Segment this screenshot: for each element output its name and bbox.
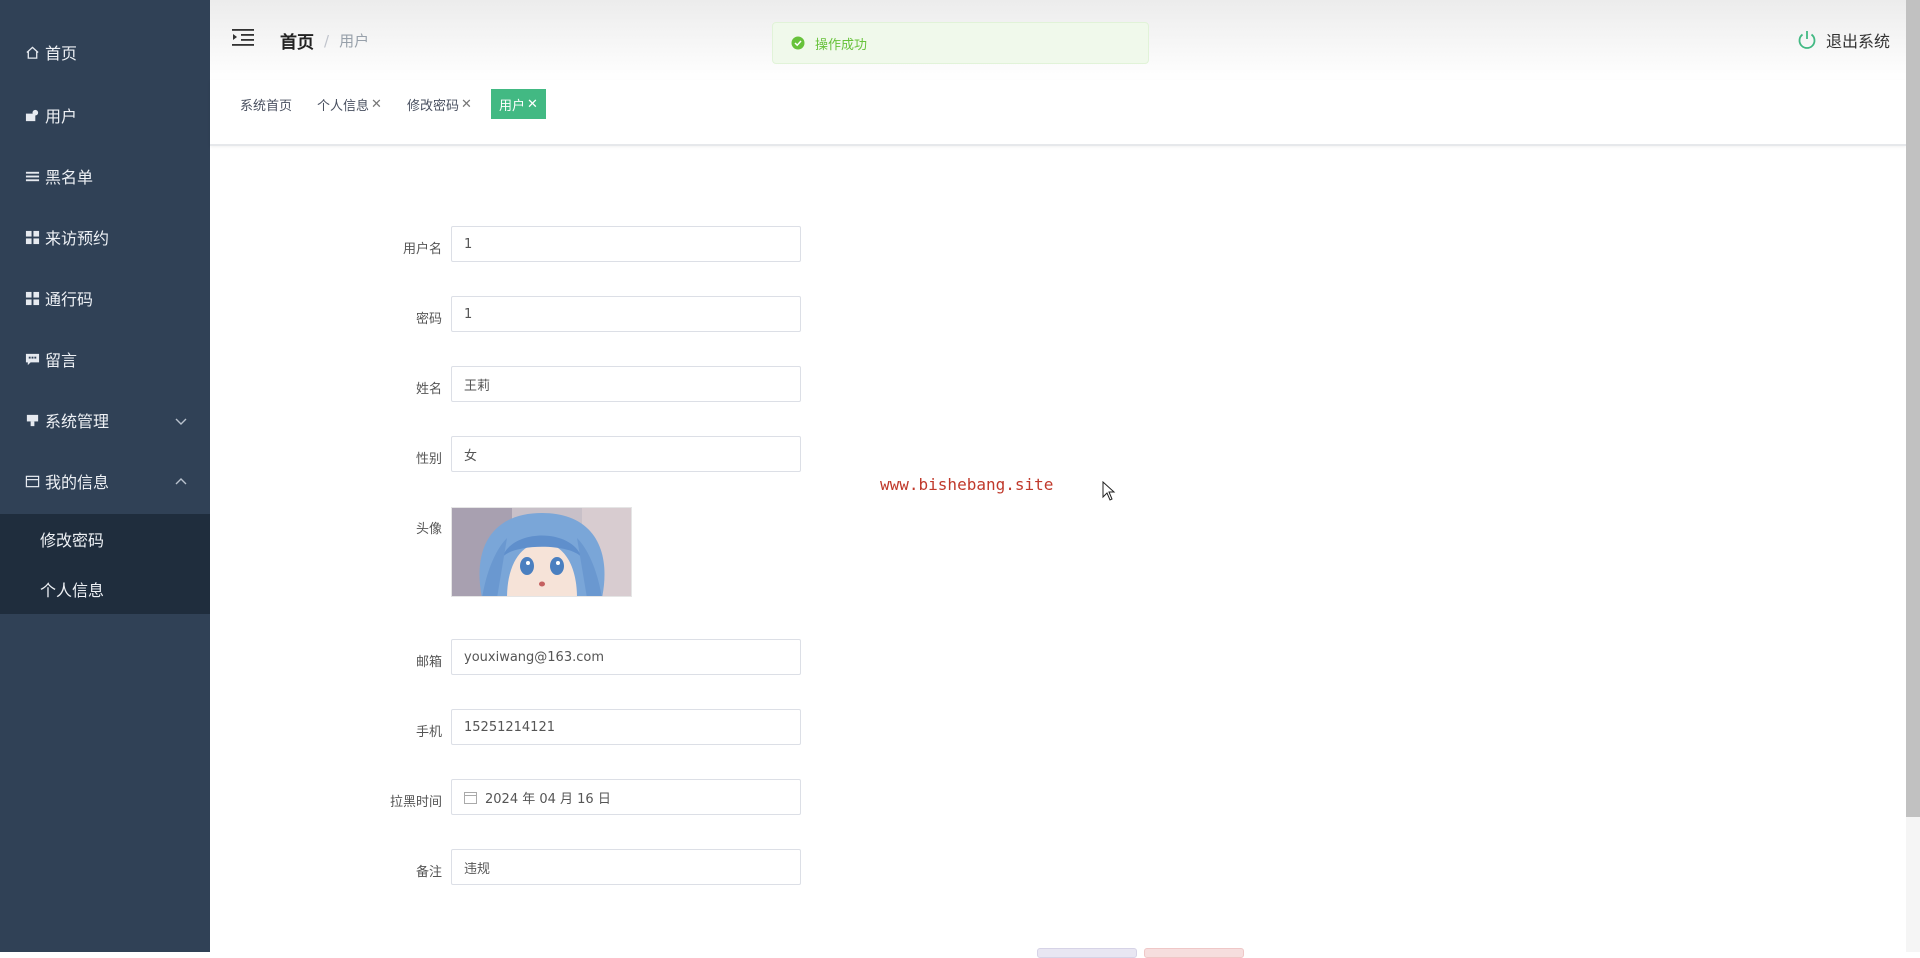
breadcrumb-current: 用户 (339, 32, 370, 50)
username-label: 用户名 (402, 242, 442, 257)
sidebar-item-pass-code[interactable]: 通行码 (0, 273, 210, 323)
sidebar-item-home[interactable]: 首页 (0, 27, 210, 77)
logout-button[interactable]: 退出系统 (1796, 28, 1890, 52)
email-label: 邮箱 (415, 655, 442, 670)
chevron-down-icon (174, 413, 188, 427)
tags-view-bar: 系统首页 个人信息 ✕ 修改密码 ✕ 用户 ✕ (210, 80, 1906, 146)
sidebar-item-blacklist[interactable]: 黑名单 (0, 151, 210, 201)
phone-label: 手机 (415, 725, 442, 740)
tab-label: 系统首页 (240, 98, 293, 114)
breadcrumb-separator: / (324, 31, 330, 50)
sidebar-item-messages[interactable]: 留言 (0, 334, 210, 384)
sidebar-item-label: 首页 (45, 44, 78, 63)
grid-icon (24, 290, 41, 307)
submenu-item-personal-info[interactable]: 个人信息 (0, 564, 210, 614)
password-input[interactable] (451, 296, 801, 332)
tab-label: 个人信息 (317, 98, 370, 114)
password-label: 密码 (415, 312, 442, 327)
home-icon (24, 44, 41, 61)
scrollbar[interactable] (1906, 0, 1920, 952)
sidebar-item-label: 系统管理 (45, 412, 110, 431)
sidebar-item-label: 通行码 (45, 290, 94, 309)
submit-button[interactable] (1037, 948, 1137, 958)
close-icon[interactable]: ✕ (461, 97, 472, 112)
chevron-up-icon (174, 474, 188, 488)
gender-label: 性别 (415, 452, 442, 467)
id-card-icon (24, 473, 41, 490)
sidebar-item-label: 来访预约 (45, 229, 110, 248)
toast-message: 操作成功 (815, 37, 868, 53)
username-input[interactable] (451, 226, 801, 262)
avatar-illustration (452, 508, 631, 596)
mouse-cursor-icon (1102, 480, 1116, 501)
name-label: 姓名 (415, 382, 442, 397)
name-input[interactable] (451, 366, 801, 402)
remark-label: 备注 (415, 865, 442, 880)
scrollbar-thumb[interactable] (1906, 0, 1920, 817)
calendar-icon (464, 791, 477, 804)
watermark-text: www.bishebang.site (880, 475, 1054, 494)
list-icon (24, 168, 41, 185)
sidebar-item-label: 留言 (45, 351, 78, 370)
submenu-item-change-password[interactable]: 修改密码 (0, 514, 210, 564)
phone-input[interactable] (451, 709, 801, 745)
power-icon (1796, 29, 1818, 51)
breadcrumb: 首页 / 用户 (280, 28, 370, 54)
success-toast: 操作成功 (772, 22, 1149, 64)
blacklist-time-label: 拉黑时间 (389, 795, 442, 810)
tab-system-home[interactable]: 系统首页 (232, 89, 300, 119)
user-card-icon (24, 107, 41, 124)
sidebar-item-label: 黑名单 (45, 168, 94, 187)
grid-icon (24, 229, 41, 246)
email-input[interactable] (451, 639, 801, 675)
submenu-item-label: 修改密码 (40, 531, 105, 550)
blacklist-time-date-picker[interactable]: 2024 年 04 月 16 日 (451, 779, 801, 815)
hamburger-menu-icon[interactable] (232, 28, 254, 46)
sidebar-item-label: 我的信息 (45, 473, 110, 492)
logout-label: 退出系统 (1825, 32, 1890, 51)
avatar-label: 头像 (415, 522, 442, 537)
gear-icon (24, 412, 41, 429)
close-icon[interactable]: ✕ (527, 97, 538, 112)
avatar-image[interactable] (451, 507, 632, 597)
sidebar: 首页 用户 黑名单 来访预约 通行码 留言 系统管理 我的信息 修改密码 个人信… (0, 0, 210, 952)
tab-change-password[interactable]: 修改密码 ✕ (399, 89, 480, 119)
check-circle-icon (791, 36, 805, 50)
cancel-button[interactable] (1144, 948, 1244, 958)
my-info-submenu: 修改密码 个人信息 (0, 514, 210, 614)
submenu-item-label: 个人信息 (40, 581, 105, 600)
close-icon[interactable]: ✕ (371, 97, 382, 112)
sidebar-item-my-info[interactable]: 我的信息 (0, 456, 210, 506)
date-value: 2024 年 04 月 16 日 (485, 791, 611, 807)
sidebar-item-label: 用户 (45, 107, 78, 126)
tab-label: 用户 (499, 98, 526, 114)
gender-input[interactable] (451, 436, 801, 472)
sidebar-item-system-management[interactable]: 系统管理 (0, 395, 210, 445)
tab-users[interactable]: 用户 ✕ (491, 89, 546, 119)
tab-label: 修改密码 (407, 98, 460, 114)
message-icon (24, 351, 41, 368)
remark-input[interactable] (451, 849, 801, 885)
sidebar-item-users[interactable]: 用户 (0, 90, 210, 140)
sidebar-item-visit-booking[interactable]: 来访预约 (0, 212, 210, 262)
tab-personal-info[interactable]: 个人信息 ✕ (309, 89, 390, 119)
breadcrumb-home[interactable]: 首页 (280, 28, 314, 53)
